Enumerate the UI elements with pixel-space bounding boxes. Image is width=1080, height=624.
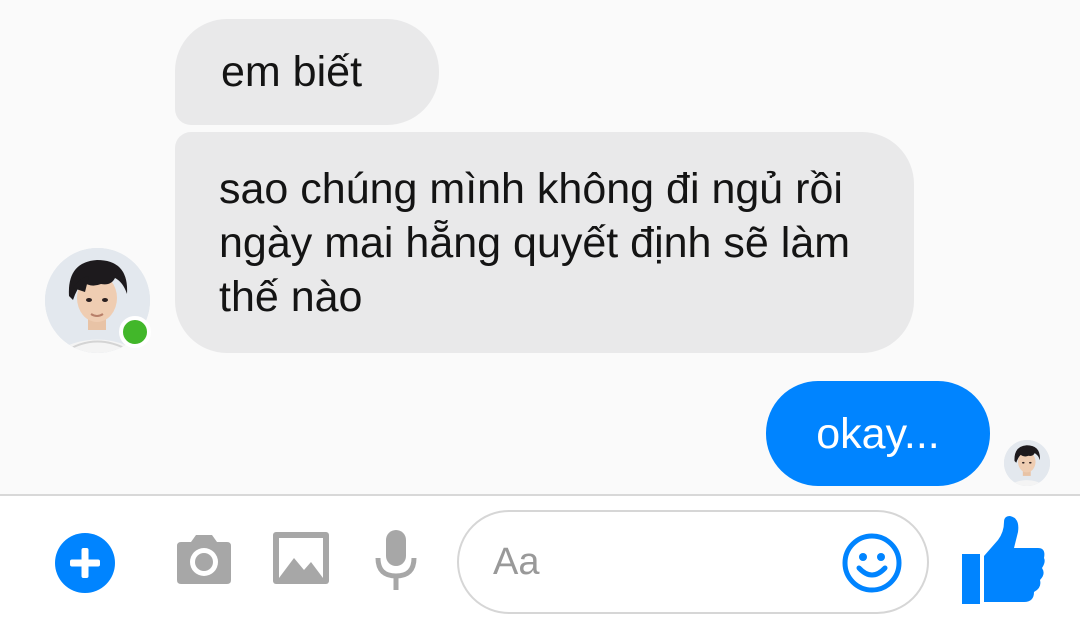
message-text: okay... xyxy=(816,410,940,458)
message-input-container xyxy=(457,510,929,614)
message-thread: em biết sao chúng mình không đi ngủ rồi … xyxy=(0,0,1080,494)
gallery-icon[interactable] xyxy=(272,530,330,586)
thumbs-up-icon[interactable] xyxy=(960,516,1046,606)
avatar-image xyxy=(1004,440,1050,486)
incoming-message-bubble[interactable]: sao chúng mình không đi ngủ rồi ngày mai… xyxy=(175,132,914,353)
message-text: em biết xyxy=(221,48,363,96)
message-input[interactable] xyxy=(493,534,823,590)
incoming-message-bubble[interactable]: em biết xyxy=(175,19,439,125)
camera-icon[interactable] xyxy=(173,532,235,586)
composer-bar xyxy=(0,494,1080,624)
online-status-dot xyxy=(119,316,151,348)
outgoing-message-bubble[interactable]: okay... xyxy=(766,381,990,486)
emoji-icon[interactable] xyxy=(841,532,903,594)
seen-receipt-avatar xyxy=(1004,440,1050,486)
plus-icon[interactable] xyxy=(54,532,116,594)
microphone-icon[interactable] xyxy=(374,530,418,592)
message-text: sao chúng mình không đi ngủ rồi ngày mai… xyxy=(219,165,851,321)
